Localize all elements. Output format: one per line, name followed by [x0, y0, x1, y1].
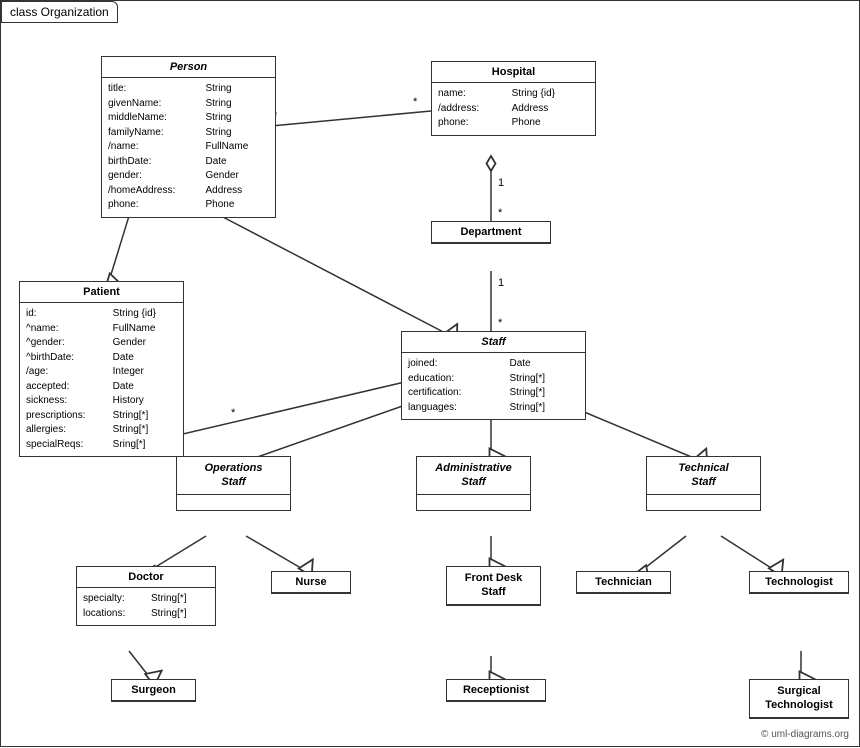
nurse-title: Nurse	[272, 572, 350, 593]
svg-text:*: *	[498, 317, 503, 329]
patient-class: Patient id:String {id} ^name:FullName ^g…	[19, 281, 184, 457]
svg-text:*: *	[231, 407, 236, 419]
hospital-attrs: name:String {id} /address:Address phone:…	[432, 83, 595, 135]
diagram-container: class Organization * * 1 * 1 * *	[0, 0, 860, 747]
staff-attrs: joined:Date education:String[*] certific…	[402, 353, 585, 419]
patient-title: Patient	[20, 282, 183, 303]
person-class: Person title:String givenName:String mid…	[101, 56, 276, 218]
person-title: Person	[102, 57, 275, 78]
svg-text:1: 1	[498, 277, 504, 289]
surgical-technologist-class: SurgicalTechnologist	[749, 679, 849, 719]
receptionist-class: Receptionist	[446, 679, 546, 702]
surgical-technologist-title: SurgicalTechnologist	[750, 680, 848, 718]
doctor-title: Doctor	[77, 567, 215, 588]
technologist-title: Technologist	[750, 572, 848, 593]
doctor-attrs: specialty:String[*] locations:String[*]	[77, 588, 215, 625]
svg-text:*: *	[413, 96, 418, 108]
technician-class: Technician	[576, 571, 671, 594]
front-desk-staff-title: Front DeskStaff	[447, 567, 540, 605]
front-desk-staff-class: Front DeskStaff	[446, 566, 541, 606]
surgeon-title: Surgeon	[112, 680, 195, 701]
staff-title: Staff	[402, 332, 585, 353]
diagram-title: class Organization	[1, 1, 118, 23]
doctor-class: Doctor specialty:String[*] locations:Str…	[76, 566, 216, 626]
receptionist-title: Receptionist	[447, 680, 545, 701]
person-attrs: title:String givenName:String middleName…	[102, 78, 275, 217]
administrative-staff-class: AdministrativeStaff	[416, 456, 531, 511]
hospital-class: Hospital name:String {id} /address:Addre…	[431, 61, 596, 136]
technician-title: Technician	[577, 572, 670, 593]
surgeon-class: Surgeon	[111, 679, 196, 702]
svg-text:*: *	[498, 207, 503, 219]
administrative-staff-title: AdministrativeStaff	[417, 457, 530, 495]
technologist-class: Technologist	[749, 571, 849, 594]
patient-attrs: id:String {id} ^name:FullName ^gender:Ge…	[20, 303, 183, 456]
operations-staff-title: OperationsStaff	[177, 457, 290, 495]
technical-staff-title: TechnicalStaff	[647, 457, 760, 495]
operations-staff-class: OperationsStaff	[176, 456, 291, 511]
svg-text:1: 1	[498, 177, 504, 189]
technical-staff-class: TechnicalStaff	[646, 456, 761, 511]
department-title: Department	[432, 222, 550, 243]
staff-class: Staff joined:Date education:String[*] ce…	[401, 331, 586, 420]
hospital-title: Hospital	[432, 62, 595, 83]
department-class: Department	[431, 221, 551, 244]
nurse-class: Nurse	[271, 571, 351, 594]
copyright: © uml-diagrams.org	[761, 729, 849, 740]
